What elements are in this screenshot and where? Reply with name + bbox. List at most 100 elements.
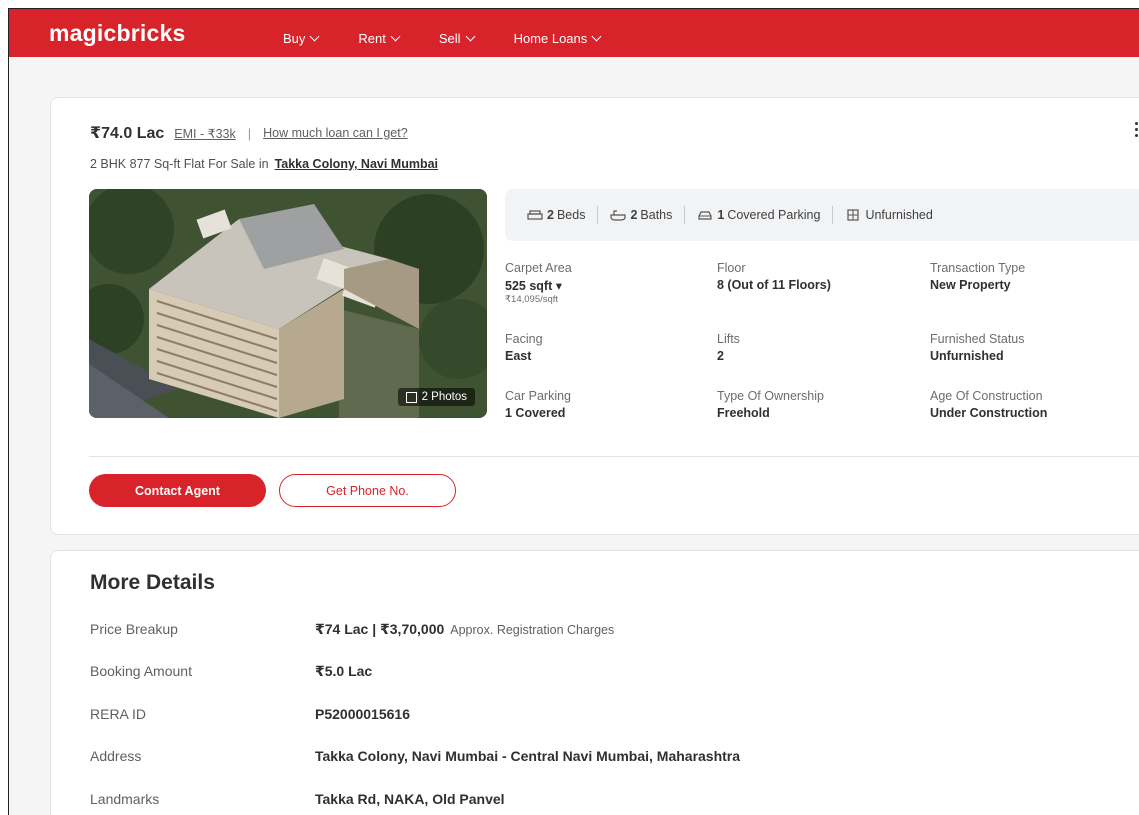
detail-value: New Property bbox=[930, 278, 1011, 292]
more-details-card: More Details Price Breakup ₹74 Lac | ₹3,… bbox=[50, 550, 1139, 815]
detail-value: 1 Covered bbox=[505, 406, 566, 420]
detail-key: Address bbox=[90, 748, 142, 764]
photo-count-label: 2 Photos bbox=[421, 391, 467, 403]
baths-summary: 2 Baths bbox=[610, 208, 672, 222]
property-price: ₹74.0 Lac bbox=[90, 125, 165, 142]
detail-car-parking: Car Parking 1 Covered bbox=[505, 389, 571, 420]
detail-row-booking-amount: Booking Amount ₹5.0 Lac bbox=[90, 663, 372, 680]
property-photo[interactable]: 2 Photos bbox=[89, 189, 487, 418]
locality-link[interactable]: Takka Colony, Navi Mumbai bbox=[275, 157, 438, 171]
detail-lifts: Lifts 2 bbox=[717, 332, 740, 363]
detail-key: Price Breakup bbox=[90, 621, 178, 637]
detail-row-price-breakup: Price Breakup ₹74 Lac | ₹3,70,000 Approx.… bbox=[90, 621, 614, 638]
emi-link[interactable]: EMI - ₹33k bbox=[174, 126, 235, 141]
furnishing-summary: Unfurnished bbox=[845, 208, 933, 222]
divider bbox=[684, 206, 686, 224]
detail-value: East bbox=[505, 349, 532, 363]
beds-label: Beds bbox=[556, 208, 586, 222]
building-illustration bbox=[89, 189, 487, 418]
detail-row-landmarks: Landmarks Takka Rd, NAKA, Old Panvel bbox=[90, 791, 505, 807]
property-listing-card: ₹74.0 Lac EMI - ₹33k | How much loan can… bbox=[50, 97, 1139, 535]
detail-value: Takka Rd, NAKA, Old Panvel bbox=[315, 791, 505, 807]
price-breakup-value: ₹74 Lac | ₹3,70,000 bbox=[315, 621, 445, 637]
divider bbox=[89, 456, 1139, 457]
car-icon bbox=[698, 211, 712, 220]
window-frame-icon bbox=[847, 209, 860, 221]
divider bbox=[597, 206, 599, 224]
chevron-down-icon bbox=[591, 31, 602, 42]
listing-subtitle-text: 2 BHK 877 Sq-ft Flat For Sale in bbox=[90, 157, 269, 171]
more-details-title: More Details bbox=[90, 571, 215, 594]
parking-count: 1 bbox=[717, 208, 725, 222]
detail-value: 2 bbox=[717, 349, 724, 363]
listing-subtitle: 2 BHK 877 Sq-ft Flat For Sale in Takka Co… bbox=[90, 157, 438, 171]
get-phone-button[interactable]: Get Phone No. bbox=[279, 474, 456, 507]
nav-rent[interactable]: Rent bbox=[358, 31, 401, 46]
gallery-icon bbox=[405, 391, 417, 403]
detail-label: Carpet Area bbox=[505, 261, 572, 275]
nav-home-loans[interactable]: Home Loans bbox=[513, 31, 602, 46]
detail-row-rera-id: RERA ID P52000015616 bbox=[90, 706, 410, 722]
carpet-area-value[interactable]: 525 sqft ▾ bbox=[505, 278, 572, 293]
chevron-down-icon bbox=[390, 31, 401, 42]
detail-key: Booking Amount bbox=[90, 663, 192, 679]
price-row: ₹74.0 Lac EMI - ₹33k | How much loan can… bbox=[90, 123, 408, 143]
nav-buy[interactable]: Buy bbox=[283, 31, 320, 46]
nav-sell[interactable]: Sell bbox=[438, 31, 476, 46]
detail-label: Floor bbox=[717, 261, 746, 275]
detail-value: ₹74 Lac | ₹3,70,000 Approx. Registration … bbox=[315, 621, 614, 638]
detail-value: Unfurnished bbox=[930, 349, 1004, 363]
detail-key: RERA ID bbox=[90, 706, 147, 722]
detail-label: Furnished Status bbox=[930, 332, 1025, 346]
detail-label: Age Of Construction bbox=[930, 389, 1043, 403]
detail-ownership: Type Of Ownership Freehold bbox=[717, 389, 824, 420]
bath-icon bbox=[610, 210, 627, 221]
main-nav: Buy Rent Sell Home Loans bbox=[283, 31, 640, 46]
furnishing-label: Unfurnished bbox=[865, 208, 933, 222]
detail-floor: Floor 8 (Out of 11 Floors) bbox=[717, 261, 831, 292]
detail-label: Type Of Ownership bbox=[717, 389, 824, 403]
parking-summary: 1 Covered Parking bbox=[697, 208, 820, 222]
detail-value: Under Construction bbox=[930, 406, 1048, 420]
nav-buy-label: Buy bbox=[283, 31, 306, 46]
detail-label: Lifts bbox=[717, 332, 740, 346]
beds-count: 2 bbox=[547, 208, 554, 222]
nav-rent-label: Rent bbox=[358, 31, 386, 46]
baths-count: 2 bbox=[630, 208, 638, 222]
detail-transaction-type: Transaction Type New Property bbox=[930, 261, 1025, 292]
detail-facing: Facing East bbox=[505, 332, 543, 363]
price-per-sqft: ₹14,095/sqft bbox=[505, 294, 559, 305]
chevron-down-icon bbox=[309, 31, 320, 42]
loan-eligibility-link[interactable]: How much loan can I get? bbox=[263, 126, 408, 140]
contact-agent-button[interactable]: Contact Agent bbox=[89, 474, 266, 507]
beds-summary: 2 Beds bbox=[527, 208, 585, 222]
top-navigation-bar: magicbricks Buy Rent Sell Home Loans bbox=[9, 9, 1139, 57]
nav-sell-label: Sell bbox=[438, 31, 461, 46]
divider bbox=[832, 206, 834, 224]
detail-row-address: Address Takka Colony, Navi Mumbai - Cent… bbox=[90, 748, 740, 764]
detail-value: Takka Colony, Navi Mumbai - Central Navi… bbox=[315, 748, 741, 764]
chevron-down-icon bbox=[465, 31, 476, 42]
detail-value: P52000015616 bbox=[315, 706, 410, 722]
parking-label: Covered Parking bbox=[727, 208, 821, 222]
detail-age-of-construction: Age Of Construction Under Construction bbox=[930, 389, 1047, 420]
property-summary-strip: 2 Beds 2 Baths 1 Covered Parking Unfurnishe… bbox=[505, 189, 1139, 241]
detail-carpet-area: Carpet Area 525 sqft ▾ ₹14,095/sqft bbox=[505, 261, 572, 305]
registration-note: Approx. Registration Charges bbox=[450, 623, 615, 637]
page-frame: magicbricks Buy Rent Sell Home Loans ₹74… bbox=[8, 8, 1139, 815]
bed-icon bbox=[527, 210, 543, 220]
price-separator: | bbox=[247, 125, 252, 141]
detail-label: Facing bbox=[505, 332, 543, 346]
detail-value: ₹5.0 Lac bbox=[315, 663, 373, 679]
detail-key: Landmarks bbox=[90, 791, 160, 807]
detail-furnished-status: Furnished Status Unfurnished bbox=[930, 332, 1025, 363]
magicbricks-logo[interactable]: magicbricks bbox=[49, 20, 185, 47]
more-options-icon[interactable] bbox=[1135, 122, 1139, 140]
baths-label: Baths bbox=[640, 208, 673, 222]
nav-home-loans-label: Home Loans bbox=[513, 31, 588, 46]
photo-count-badge[interactable]: 2 Photos bbox=[397, 388, 475, 406]
detail-value: 8 (Out of 11 Floors) bbox=[717, 278, 831, 292]
detail-label: Transaction Type bbox=[930, 261, 1026, 275]
detail-value: Freehold bbox=[717, 406, 770, 420]
detail-label: Car Parking bbox=[505, 389, 571, 403]
